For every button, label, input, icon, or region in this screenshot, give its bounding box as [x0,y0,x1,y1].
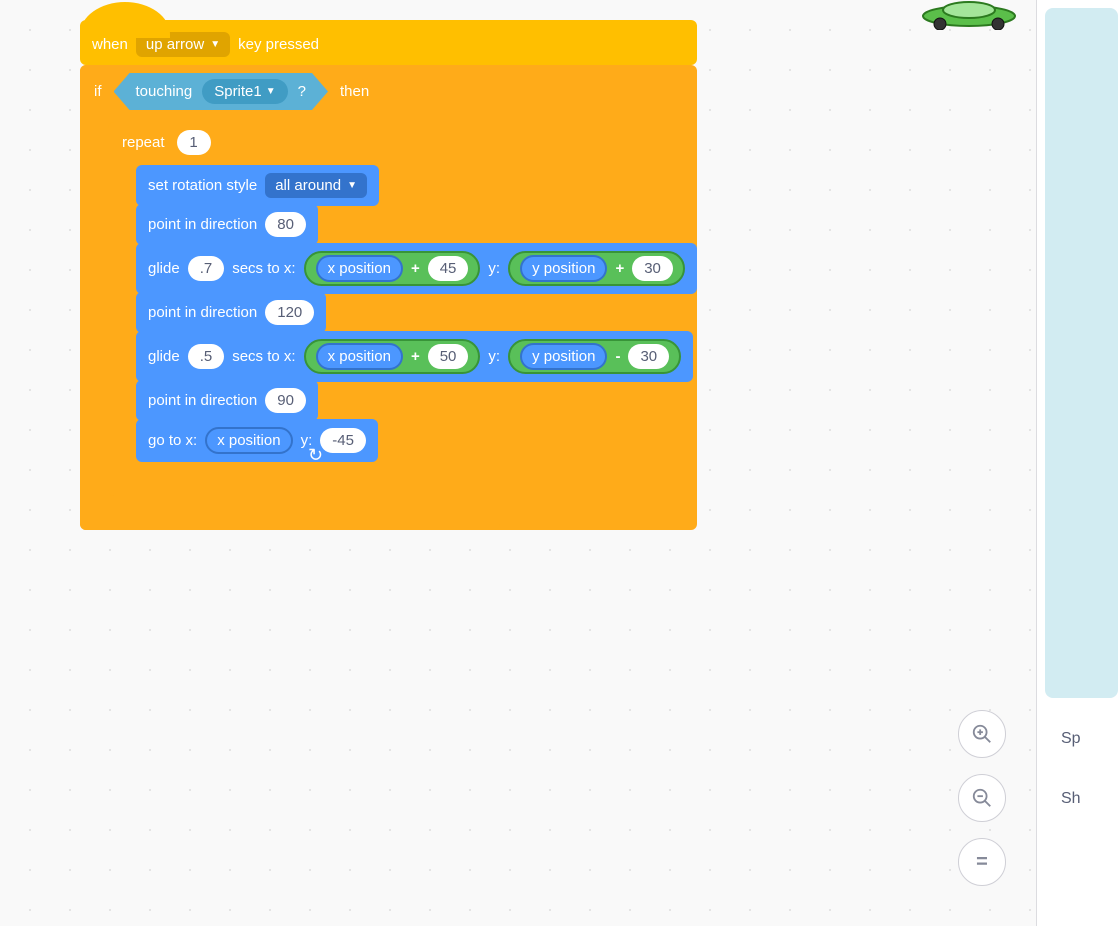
direction-input[interactable]: 90 [265,388,306,413]
go-to-xy-block[interactable]: go to x: x position y: -45 [136,419,378,462]
right-panel: Sp Sh [1036,0,1118,926]
add-operator[interactable]: y position + 30 [508,251,685,286]
glide-block[interactable]: glide .5 secs to x: x position + 50 y: [136,331,693,382]
label-key-pressed: key pressed [238,36,319,53]
sprite-panel-label: Sp [1061,730,1118,748]
touching-target-label: Sprite1 [214,83,262,100]
point-in-direction-block[interactable]: point in direction 90 [136,380,318,421]
key-dropdown-label: up arrow [146,36,204,53]
zoom-reset-button[interactable]: = [958,838,1006,886]
label: set rotation style [148,177,257,194]
touching-target-dropdown[interactable]: Sprite1 ▼ [202,79,287,104]
key-dropdown[interactable]: up arrow ▼ [136,32,230,57]
subtract-operator[interactable]: y position - 30 [508,339,681,374]
minus-icon: - [613,348,622,365]
scripts-workspace[interactable]: when up arrow ▼ key pressed if touching … [0,0,1036,926]
plus-icon: + [409,260,422,277]
sprite-panel: Sp Sh [1045,718,1118,808]
direction-input[interactable]: 120 [265,300,314,325]
plus-icon: + [613,260,626,277]
rotation-style-label: all around [275,177,341,194]
set-rotation-style-block[interactable]: set rotation style all around ▼ [136,165,379,206]
when-key-pressed-hat[interactable]: when up arrow ▼ key pressed [80,20,697,65]
label: glide [148,348,180,365]
label: y: [488,348,500,365]
label-if: if [94,83,102,100]
add-operator[interactable]: x position + 50 [304,339,481,374]
equals-icon: = [976,851,988,874]
script-stack[interactable]: when up arrow ▼ key pressed if touching … [80,20,697,530]
label-question: ? [298,83,306,100]
label: point in direction [148,216,257,233]
number-input[interactable]: -45 [320,428,366,453]
chevron-down-icon: ▼ [266,86,276,97]
label: point in direction [148,392,257,409]
if-block[interactable]: if touching Sprite1 ▼ ? then [80,65,697,530]
label-then: then [340,83,369,100]
label-repeat: repeat [122,134,165,151]
chevron-down-icon: ▼ [347,180,357,191]
direction-input[interactable]: 80 [265,212,306,237]
zoom-out-button[interactable] [958,774,1006,822]
label: secs to x: [232,348,295,365]
point-in-direction-block[interactable]: point in direction 120 [136,292,326,333]
label-when: when [92,36,128,53]
add-operator[interactable]: x position + 45 [304,251,481,286]
secs-input[interactable]: .7 [188,256,225,281]
repeat-count-input[interactable]: 1 [177,130,211,155]
stage-preview[interactable] [1045,8,1118,698]
sprite-panel-label-2: Sh [1061,790,1118,808]
point-in-direction-block[interactable]: point in direction 80 [136,204,318,245]
repeat-block[interactable]: repeat 1 set rotation style all around [108,122,697,496]
repeat-arrow-icon: ↻ [308,445,323,466]
car-sprite-preview [914,0,1024,30]
number-input[interactable]: 45 [428,256,469,281]
x-position-reporter[interactable]: x position [316,255,403,282]
y-position-reporter[interactable]: y position [520,343,607,370]
touching-reporter[interactable]: touching Sprite1 ▼ ? [114,73,329,110]
number-input[interactable]: 30 [628,344,669,369]
zoom-in-icon [971,723,993,745]
label: glide [148,260,180,277]
label: point in direction [148,304,257,321]
label: secs to x: [232,260,295,277]
label: y: [488,260,500,277]
x-position-reporter[interactable]: x position [316,343,403,370]
y-position-reporter[interactable]: y position [520,255,607,282]
label-touching: touching [136,83,193,100]
glide-block[interactable]: glide .7 secs to x: x position + 45 y: [136,243,697,294]
number-input[interactable]: 50 [428,344,469,369]
zoom-out-icon [971,787,993,809]
zoom-in-button[interactable] [958,710,1006,758]
rotation-style-dropdown[interactable]: all around ▼ [265,173,367,198]
plus-icon: + [409,348,422,365]
label: go to x: [148,432,197,449]
secs-input[interactable]: .5 [188,344,225,369]
zoom-controls: = [958,710,1006,886]
chevron-down-icon: ▼ [210,39,220,50]
x-position-reporter[interactable]: x position [205,427,292,454]
number-input[interactable]: 30 [632,256,673,281]
